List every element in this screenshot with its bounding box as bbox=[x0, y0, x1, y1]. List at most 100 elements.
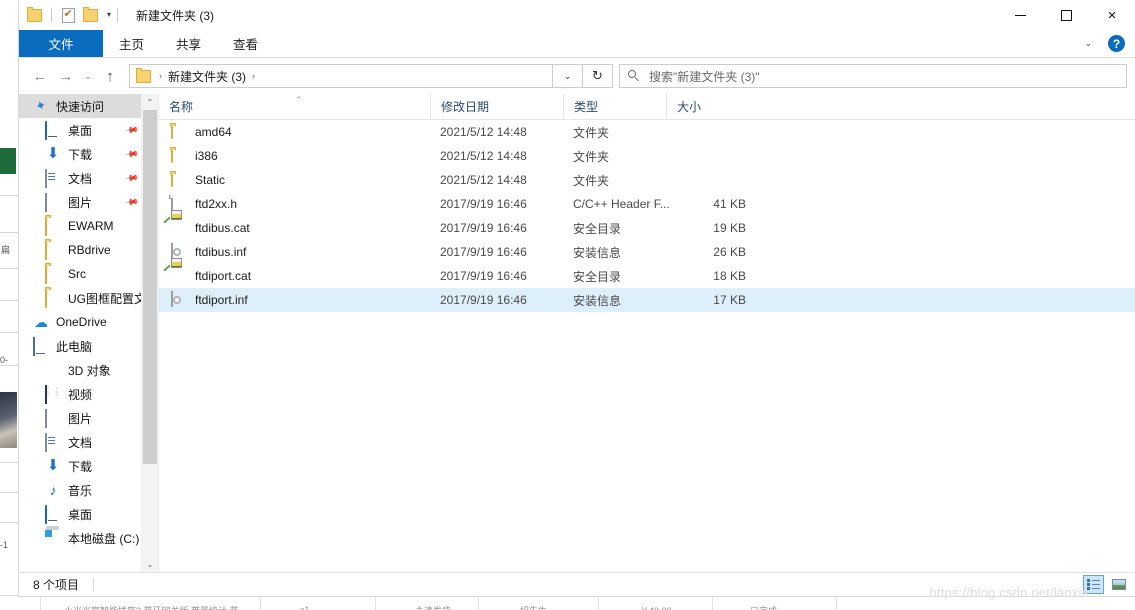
bg-row-status: 已完成 bbox=[750, 598, 777, 610]
pin-icon[interactable]: 📌 bbox=[124, 194, 140, 210]
table-row[interactable]: amd642021/5/12 14:48文件夹 bbox=[159, 120, 1135, 144]
column-header-name[interactable]: 名称 ⌃ bbox=[159, 94, 430, 119]
file-type-cell: 安全目录 bbox=[563, 264, 666, 288]
close-button[interactable]: × bbox=[1089, 0, 1135, 30]
file-size-cell: 17 KB bbox=[666, 288, 758, 312]
sidebar-item-9[interactable]: ☁OneDrive bbox=[19, 310, 142, 334]
table-row[interactable]: ftdibus.inf2017/9/19 16:46安装信息26 KB bbox=[159, 240, 1135, 264]
sidebar-item-0[interactable]: ✦ 快速访问 bbox=[19, 94, 142, 118]
background-table-row: 小米光官智能插座2 蓝牙网关版 带量统计 蓝 x1 未清发货 招先生 ￥40.0… bbox=[0, 595, 1135, 610]
sidebar-item-7[interactable]: Src bbox=[19, 262, 142, 286]
search-box[interactable]: 搜索"新建文件夹 (3)" bbox=[619, 64, 1127, 88]
sidebar-item-15[interactable]: ⬇下载 bbox=[19, 454, 142, 478]
file-explorer-window: ▾ 新建文件夹 (3) × 文件 主页 共享 查看 ⌄ ? ← → bbox=[18, 0, 1135, 597]
maximize-button[interactable] bbox=[1043, 0, 1089, 30]
documents-icon bbox=[45, 170, 61, 186]
file-name-label: ftdiport.cat bbox=[195, 269, 251, 283]
tab-home[interactable]: 主页 bbox=[103, 30, 160, 57]
file-date-cell: 2021/5/12 14:48 bbox=[430, 120, 563, 144]
catalog-file-icon bbox=[171, 268, 187, 284]
sidebar-item-6[interactable]: RBdrive bbox=[19, 238, 142, 262]
sidebar-item-3[interactable]: 文档 📌 bbox=[19, 166, 142, 190]
table-row[interactable]: ftdibus.cat2017/9/19 16:46安全目录19 KB bbox=[159, 216, 1135, 240]
forward-button[interactable]: → bbox=[53, 63, 79, 89]
table-row[interactable]: i3862021/5/12 14:48文件夹 bbox=[159, 144, 1135, 168]
sidebar-item-label: 图片 bbox=[68, 194, 92, 211]
sidebar-item-18[interactable]: 本地磁盘 (C:) bbox=[19, 526, 142, 550]
sidebar-item-4[interactable]: 图片 📌 bbox=[19, 190, 142, 214]
sidebar-item-16[interactable]: ♪音乐 bbox=[19, 478, 142, 502]
status-bar: 8 个项目 bbox=[19, 572, 1135, 596]
refresh-button[interactable]: ↻ bbox=[583, 64, 613, 88]
sidebar-item-13[interactable]: 图片 bbox=[19, 406, 142, 430]
tab-view[interactable]: 查看 bbox=[217, 30, 274, 57]
sidebar-item-label: 文档 bbox=[68, 170, 92, 187]
sidebar-item-label: 下载 bbox=[68, 146, 92, 163]
sidebar-item-12[interactable]: 视频 bbox=[19, 382, 142, 406]
chevron-down-icon[interactable]: ▾ bbox=[107, 11, 111, 19]
table-row[interactable]: ftd2xx.h2017/9/19 16:46C/C++ Header F...… bbox=[159, 192, 1135, 216]
scrollbar-thumb[interactable] bbox=[143, 110, 157, 464]
file-name-cell: ftdibus.cat bbox=[159, 216, 430, 240]
breadcrumb-item[interactable]: 新建文件夹 (3) bbox=[168, 68, 246, 85]
sidebar-item-label: 快速访问 bbox=[56, 98, 104, 115]
background-label-1: 扁 bbox=[1, 243, 10, 256]
recent-locations-button[interactable]: ⌄ bbox=[79, 63, 97, 89]
pin-icon[interactable]: 📌 bbox=[124, 122, 140, 138]
sidebar-item-17[interactable]: 桌面 bbox=[19, 502, 142, 526]
background-thumbnail bbox=[0, 392, 17, 448]
tab-share[interactable]: 共享 bbox=[160, 30, 217, 57]
breadcrumb-separator[interactable]: › bbox=[252, 71, 255, 81]
window-controls: × bbox=[997, 0, 1135, 30]
help-icon[interactable]: ? bbox=[1108, 35, 1125, 52]
search-input[interactable]: 搜索"新建文件夹 (3)" bbox=[649, 68, 760, 85]
back-button[interactable]: ← bbox=[27, 63, 53, 89]
address-input[interactable]: › 新建文件夹 (3) › bbox=[129, 64, 553, 88]
scroll-down-icon[interactable]: ⌄ bbox=[142, 556, 158, 572]
view-mode-buttons bbox=[1083, 575, 1129, 594]
address-dropdown-button[interactable]: ⌄ bbox=[553, 64, 583, 88]
details-view-icon bbox=[1087, 579, 1100, 590]
ribbon-collapse-icon[interactable]: ⌄ bbox=[1076, 38, 1100, 49]
table-row[interactable]: ftdiport.cat2017/9/19 16:46安全目录18 KB bbox=[159, 264, 1135, 288]
sidebar-item-1[interactable]: 桌面📌 bbox=[19, 118, 142, 142]
minimize-button[interactable] bbox=[997, 0, 1043, 30]
sidebar-item-label: 音乐 bbox=[68, 482, 92, 499]
sidebar-item-10[interactable]: 此电脑 bbox=[19, 334, 142, 358]
sidebar-item-5[interactable]: EWARM bbox=[19, 214, 142, 238]
column-header-type[interactable]: 类型 bbox=[563, 94, 666, 119]
sidebar-item-11[interactable]: 3D 对象 bbox=[19, 358, 142, 382]
table-row[interactable]: Static2021/5/12 14:48文件夹 bbox=[159, 168, 1135, 192]
sidebar-item-label: 3D 对象 bbox=[68, 362, 111, 379]
pin-icon[interactable]: 📌 bbox=[124, 146, 140, 162]
file-size-cell: 26 KB bbox=[666, 240, 758, 264]
properties-icon[interactable] bbox=[62, 8, 75, 23]
sidebar-item-label: 本地磁盘 (C:) bbox=[68, 530, 139, 547]
folder-icon bbox=[45, 266, 61, 282]
sidebar-item-8[interactable]: UG图框配置文件 bbox=[19, 286, 142, 310]
details-view-button[interactable] bbox=[1083, 575, 1104, 594]
column-header-size[interactable]: 大小 bbox=[666, 94, 758, 119]
scroll-up-icon[interactable]: ⌃ bbox=[142, 94, 158, 110]
large-icons-view-button[interactable] bbox=[1108, 575, 1129, 594]
navigation-scrollbar[interactable]: ⌃ ⌄ bbox=[141, 94, 158, 572]
new-folder-icon[interactable] bbox=[83, 9, 98, 22]
folder-icon[interactable] bbox=[27, 9, 42, 22]
sort-ascending-icon: ⌃ bbox=[295, 95, 303, 106]
file-date-cell: 2017/9/19 16:46 bbox=[430, 264, 563, 288]
tab-file[interactable]: 文件 bbox=[19, 30, 103, 57]
star-icon: ✦ bbox=[33, 98, 49, 114]
pin-icon[interactable]: 📌 bbox=[124, 170, 140, 186]
column-header-date[interactable]: 修改日期 bbox=[430, 94, 563, 119]
file-name-cell: amd64 bbox=[159, 120, 430, 144]
maximize-icon bbox=[1061, 10, 1072, 21]
folder-icon bbox=[136, 70, 151, 83]
file-name-label: ftdibus.cat bbox=[195, 221, 250, 235]
sidebar-item-2[interactable]: ⬇下载📌 bbox=[19, 142, 142, 166]
sidebar-item-14[interactable]: 文档 bbox=[19, 430, 142, 454]
navigation-pane: ✦快速访问桌面📌⬇下载📌文档📌图片📌EWARMRBdriveSrcUG图框配置文… bbox=[19, 94, 158, 572]
bg-row-desc: 小米光官智能插座2 蓝牙网关版 带量统计 蓝 bbox=[64, 598, 239, 610]
table-row[interactable]: ftdiport.inf2017/9/19 16:46安装信息17 KB bbox=[159, 288, 1135, 312]
up-button[interactable]: ↑ bbox=[97, 63, 123, 89]
breadcrumb-separator: › bbox=[159, 71, 162, 81]
